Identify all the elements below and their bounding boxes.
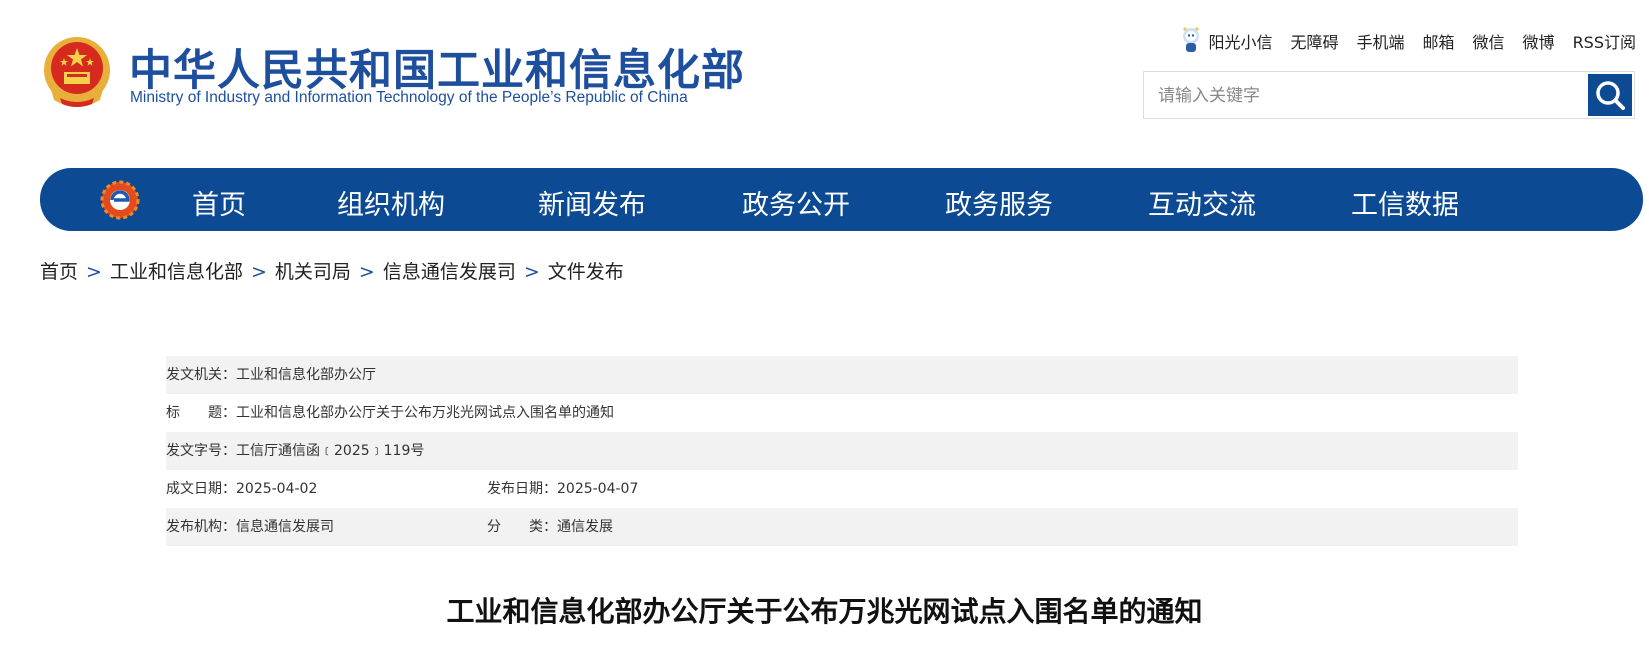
- search-box: [1143, 71, 1635, 120]
- link-wechat[interactable]: 微信: [1473, 29, 1505, 53]
- meta-label: 成文日期：: [166, 481, 236, 497]
- national-emblem-icon: [44, 37, 110, 107]
- meta-written-date: 2025-04-02: [236, 481, 318, 497]
- meta-row-docno: 发文字号：工信厅通信函﹝2025﹞119号: [166, 432, 1518, 470]
- search-input[interactable]: [1156, 72, 1570, 120]
- breadcrumb-separator: >: [250, 261, 267, 283]
- link-accessibility[interactable]: 无障碍: [1290, 29, 1338, 53]
- document-title: 工业和信息化部办公厅关于公布万兆光网试点入围名单的通知: [446, 595, 1203, 628]
- breadcrumb-ministry[interactable]: 工业和信息化部: [110, 261, 243, 283]
- meta-publisher: 信息通信发展司: [236, 519, 334, 535]
- meta-publish-date: 2025-04-07: [557, 481, 639, 497]
- breadcrumb-separator: >: [86, 261, 102, 283]
- link-mobile[interactable]: 手机端: [1357, 29, 1405, 53]
- meta-title: 工业和信息化部办公厅关于公布万兆光网试点入围名单的通知: [236, 405, 614, 421]
- meta-issuer: 工业和信息化部办公厅: [236, 367, 376, 383]
- nav-news[interactable]: 新闻发布: [538, 183, 646, 222]
- nav-data[interactable]: 工信数据: [1351, 183, 1459, 222]
- meta-label: 分 类：: [487, 519, 557, 535]
- search-icon: [1596, 81, 1625, 110]
- breadcrumb-documents[interactable]: 文件发布: [548, 261, 624, 283]
- breadcrumb-departments[interactable]: 机关司局: [275, 261, 351, 283]
- meta-row-issuer: 发文机关：工业和信息化部办公厅: [166, 356, 1518, 394]
- meta-label: 发文字号：: [166, 443, 236, 459]
- link-sunshine-xiaoxin[interactable]: 阳光小信: [1208, 29, 1272, 53]
- top-links-bar: 阳光小信 无障碍 手机端 邮箱 微信 微博 RSS订阅: [1180, 26, 1636, 56]
- meta-label: 发布日期：: [487, 481, 557, 497]
- link-rss[interactable]: RSS订阅: [1573, 29, 1636, 53]
- breadcrumb-separator: >: [358, 261, 375, 283]
- meta-label: 发文机关：: [166, 367, 236, 383]
- ministry-logo-icon: [100, 180, 140, 220]
- meta-row-title: 标 题：工业和信息化部办公厅关于公布万兆光网试点入围名单的通知: [166, 394, 1518, 432]
- breadcrumb-telecom-dept[interactable]: 信息通信发展司: [383, 261, 516, 283]
- meta-row-publisher: 发布机构：信息通信发展司 分 类：通信发展: [166, 508, 1518, 546]
- breadcrumb-home[interactable]: 首页: [40, 261, 78, 283]
- link-mailbox[interactable]: 邮箱: [1423, 29, 1455, 53]
- breadcrumb: 首页 > 工业和信息化部 > 机关司局 > 信息通信发展司 > 文件发布: [40, 257, 624, 284]
- breadcrumb-separator: >: [523, 261, 540, 283]
- search-button[interactable]: [1588, 74, 1632, 116]
- main-nav: 首页 组织机构 新闻发布 政务公开 政务服务 互动交流 工信数据: [40, 168, 1643, 231]
- meta-label: 发布机构：: [166, 519, 236, 535]
- nav-government-services[interactable]: 政务服务: [945, 183, 1053, 222]
- site-logo-english[interactable]: Ministry of Industry and Information Tec…: [130, 89, 688, 107]
- nav-home[interactable]: 首页: [192, 183, 246, 222]
- meta-category: 通信发展: [557, 519, 613, 535]
- nav-organization[interactable]: 组织机构: [337, 183, 445, 222]
- link-weibo[interactable]: 微博: [1523, 29, 1555, 53]
- nav-interaction[interactable]: 互动交流: [1148, 183, 1256, 222]
- document-metadata: 发文机关：工业和信息化部办公厅 标 题：工业和信息化部办公厅关于公布万兆光网试点…: [166, 356, 1518, 546]
- meta-row-dates: 成文日期：2025-04-02 发布日期：2025-04-07: [166, 470, 1518, 508]
- meta-label: 标 题：: [166, 405, 236, 421]
- meta-doc-number: 工信厅通信函﹝2025﹞119号: [236, 443, 425, 459]
- mascot-icon: [1183, 27, 1200, 52]
- nav-government-affairs[interactable]: 政务公开: [742, 183, 850, 222]
